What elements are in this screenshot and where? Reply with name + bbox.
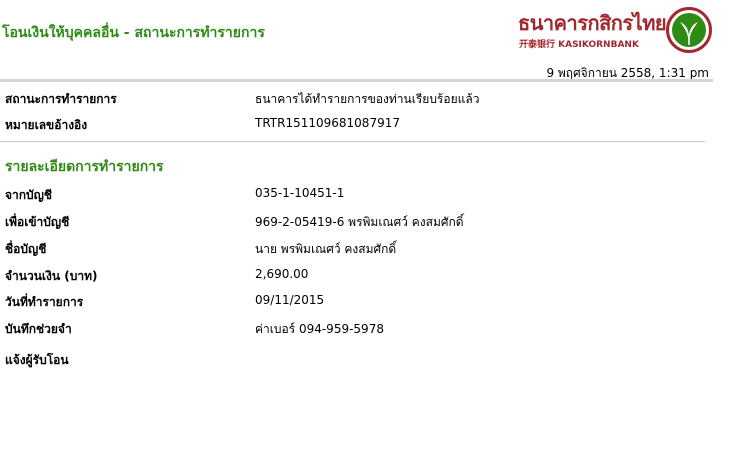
to-account-value: 969-2-05419-6 พรพิมเณศว์ คงสมศักดิ์ <box>255 215 464 229</box>
reference-label: หมายเลขอ้างอิง <box>5 118 88 132</box>
amount-value: 2,690.00 <box>255 267 309 281</box>
notify-recipient-label: แจ้งผู้รับโอน <box>5 353 69 367</box>
status-label: สถานะการทำรายการ <box>5 92 117 106</box>
kbank-leaf-icon <box>666 7 712 53</box>
memo-value: ค่าเบอร์ 094-959-5978 <box>255 322 384 336</box>
details-section-title: รายละเอียดการทำรายการ <box>5 159 164 175</box>
bank-logo: ธนาคารกสิกรไทย 开泰银行 KASIKORNBANK <box>518 7 714 53</box>
transaction-date-label: วันที่ทำรายการ <box>5 295 84 309</box>
from-account-label: จากบัญชี <box>5 188 53 202</box>
bank-name-thai: ธนาคารกสิกรไทย <box>518 11 667 35</box>
from-account-value: 035-1-10451-1 <box>255 186 345 200</box>
amount-label: จำนวนเงิน (บาท) <box>5 269 98 283</box>
header-divider <box>0 79 713 82</box>
page-title: โอนเงินให้บุคคลอื่น - สถานะการทำรายการ <box>2 25 265 41</box>
section-divider <box>0 141 705 142</box>
status-value: ธนาคารได้ทำรายการของท่านเรียบร้อยแล้ว <box>255 92 480 106</box>
transaction-date-value: 09/11/2015 <box>255 293 325 307</box>
memo-label: บันทึกช่วยจำ <box>5 322 72 336</box>
account-name-value: นาย พรพิมเณศว์ คงสมศักดิ์ <box>255 242 397 256</box>
reference-value: TRTR151109681087917 <box>255 116 400 130</box>
account-name-label: ชื่อบัญชี <box>5 242 47 256</box>
bank-name-english: 开泰银行 KASIKORNBANK <box>519 40 639 50</box>
transfer-status-page: โอนเงินให้บุคคลอื่น - สถานะการทำรายการ ธ… <box>0 0 735 463</box>
to-account-label: เพื่อเข้าบัญชี <box>5 215 70 229</box>
